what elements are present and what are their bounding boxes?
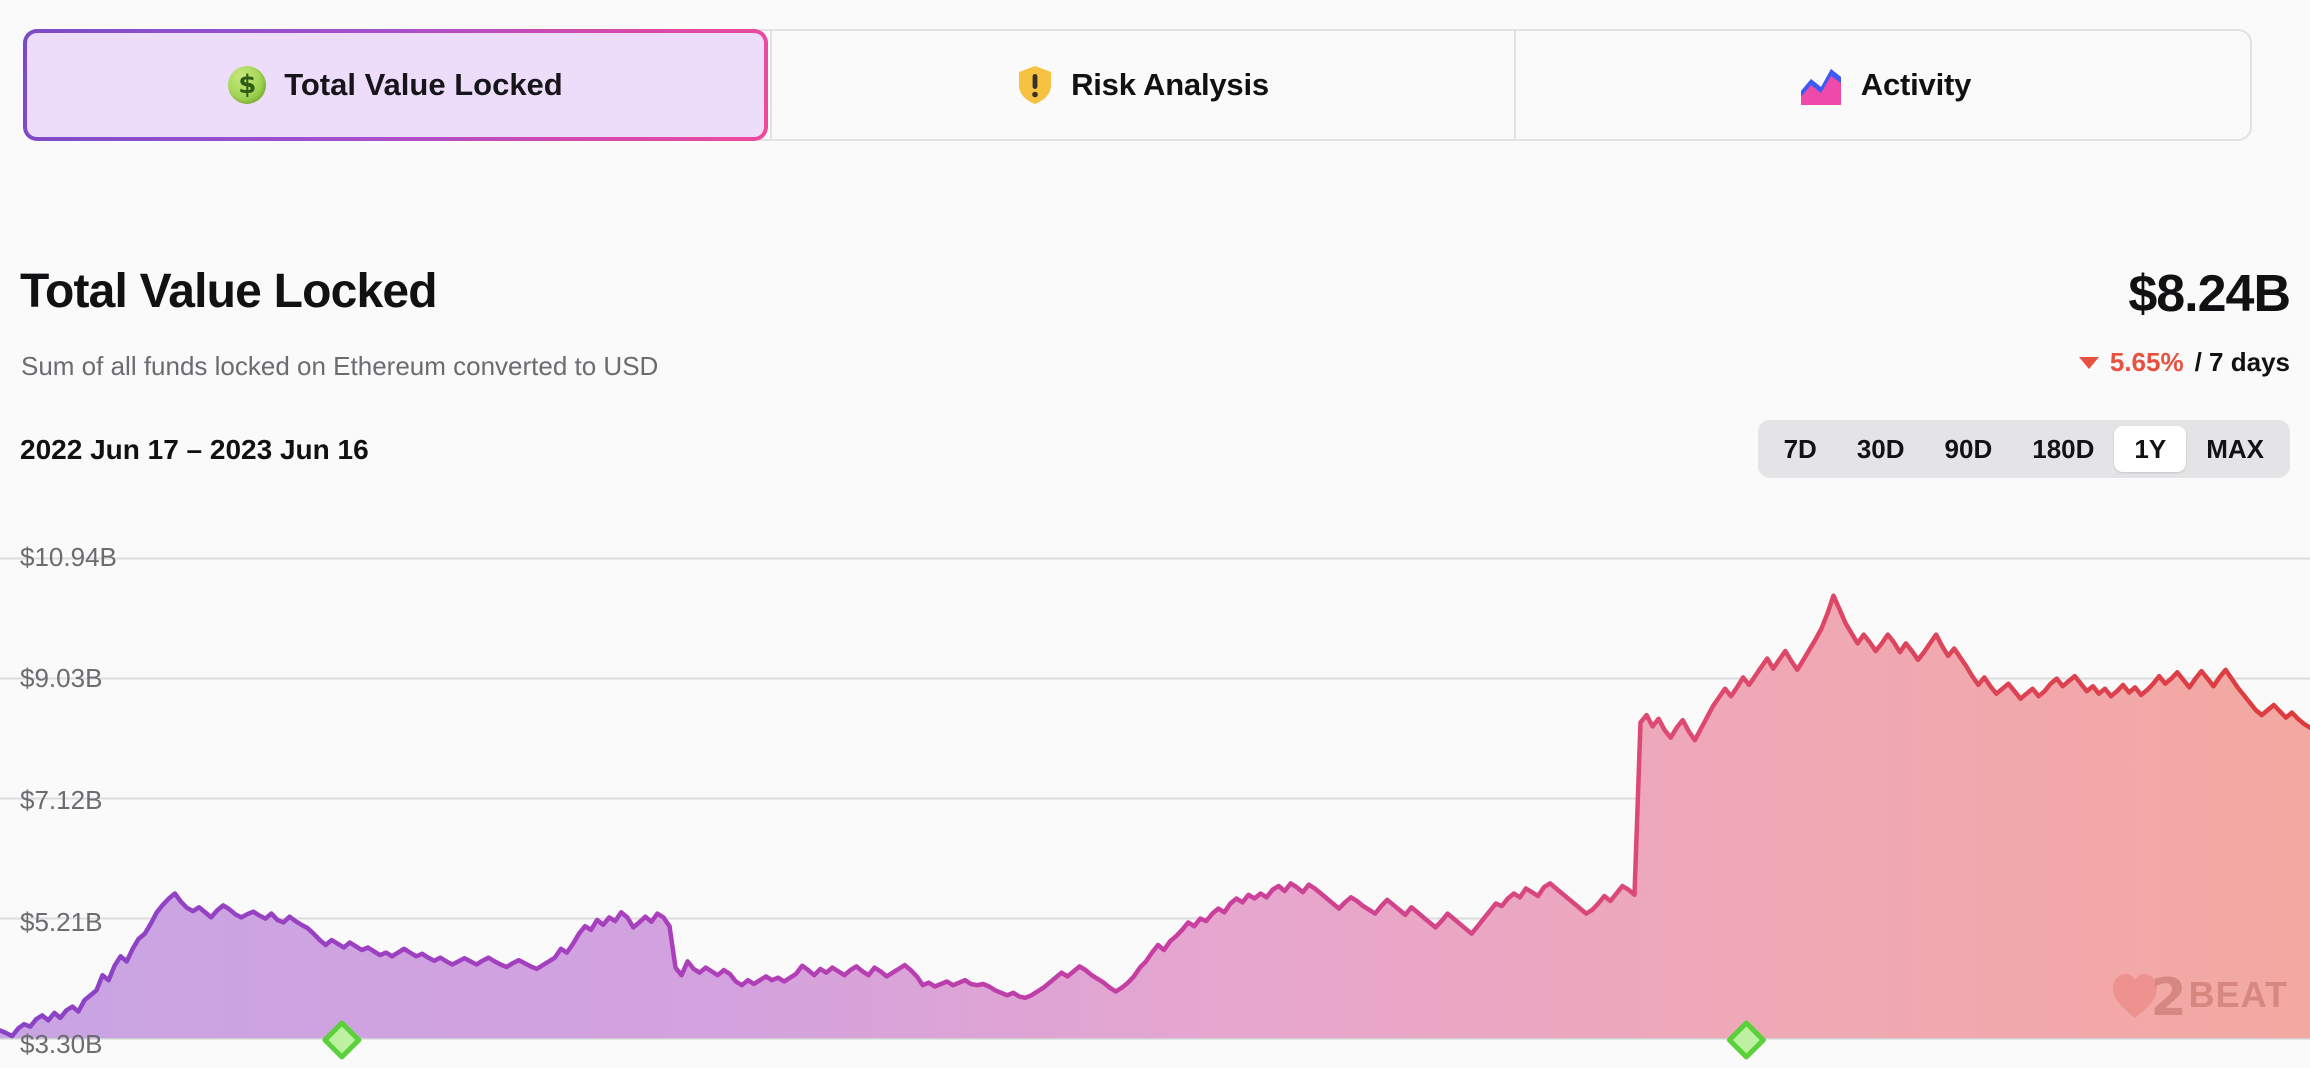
activity-chart-icon — [1799, 65, 1843, 105]
y-axis-label-2: $7.12B — [20, 785, 102, 816]
y-axis-label-1: $9.03B — [20, 663, 102, 694]
range-button-max[interactable]: MAX — [2186, 426, 2284, 472]
tab-activity[interactable]: Activity — [1516, 31, 2254, 139]
triangle-down-icon — [2079, 357, 2099, 369]
tab-bar: Risk Analysis Activity $ Total Value Loc… — [23, 29, 2252, 141]
y-axis-label-0: $10.94B — [20, 542, 117, 573]
change-period: / 7 days — [2195, 347, 2290, 378]
page-subtitle: Sum of all funds locked on Ethereum conv… — [21, 351, 658, 382]
tab-total-value-locked[interactable]: $ Total Value Locked — [23, 29, 768, 141]
shield-warning-icon — [1017, 65, 1053, 105]
change-percent: 5.65% — [2110, 347, 2184, 378]
tab-label-risk-analysis: Risk Analysis — [1071, 67, 1269, 103]
range-button-30d[interactable]: 30D — [1837, 426, 1925, 472]
tab-label-activity: Activity — [1861, 67, 1971, 103]
tvl-chart-page: Risk Analysis Activity $ Total Value Loc… — [0, 0, 2310, 1068]
y-axis-label-3: $5.21B — [20, 907, 102, 938]
coin-icon: $ — [228, 66, 266, 104]
range-button-1y[interactable]: 1Y — [2114, 426, 2186, 472]
tvl-change: 5.65% / 7 days — [2079, 347, 2290, 378]
y-axis-label-4: $3.30B — [20, 1029, 102, 1060]
range-button-90d[interactable]: 90D — [1925, 426, 2013, 472]
range-selector: 7D 30D 90D 180D 1Y MAX — [1758, 420, 2290, 478]
range-button-180d[interactable]: 180D — [2012, 426, 2114, 472]
page-title: Total Value Locked — [20, 264, 437, 319]
date-range-label: 2022 Jun 17 – 2023 Jun 16 — [20, 434, 369, 466]
chart-canvas — [0, 500, 2310, 1068]
tab-label-total-value-locked: Total Value Locked — [284, 67, 563, 103]
tab-risk-analysis[interactable]: Risk Analysis — [772, 31, 1514, 139]
range-button-7d[interactable]: 7D — [1764, 426, 1837, 472]
tvl-value: $8.24B — [2128, 264, 2290, 324]
tvl-area-chart: $10.94B $9.03B $7.12B $5.21B $3.30B 2 BE… — [0, 500, 2310, 1068]
